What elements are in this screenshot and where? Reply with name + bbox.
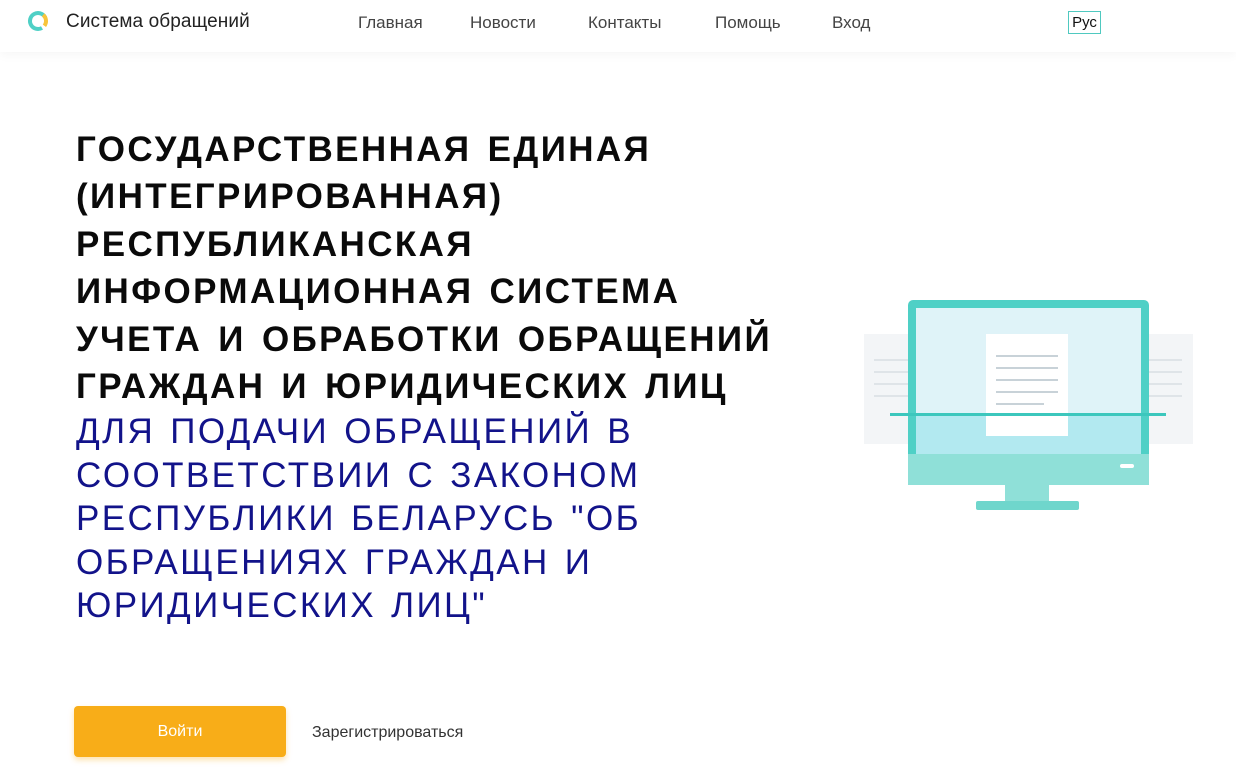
register-link[interactable]: Зарегистрироваться	[312, 724, 463, 742]
login-button[interactable]: Войти	[74, 706, 286, 757]
page-subtitle: для подачи обращений в соответствии с За…	[76, 412, 641, 625]
brand-name[interactable]: Система обращений	[66, 11, 250, 33]
page-title: Государственная единая (интегрированная)…	[76, 130, 773, 407]
computer-monitor-illustration	[864, 300, 1193, 510]
nav-item-home[interactable]: Главная	[358, 13, 423, 33]
nav-item-contacts[interactable]: Контакты	[588, 13, 661, 33]
language-selector[interactable]: Рус	[1068, 11, 1101, 34]
logo-icon[interactable]	[27, 10, 49, 32]
header: Система обращений Главная Новости Контак…	[0, 0, 1236, 52]
nav-item-help[interactable]: Помощь	[715, 13, 781, 33]
nav-item-login[interactable]: Вход	[832, 13, 870, 33]
nav-item-news[interactable]: Новости	[470, 13, 536, 33]
